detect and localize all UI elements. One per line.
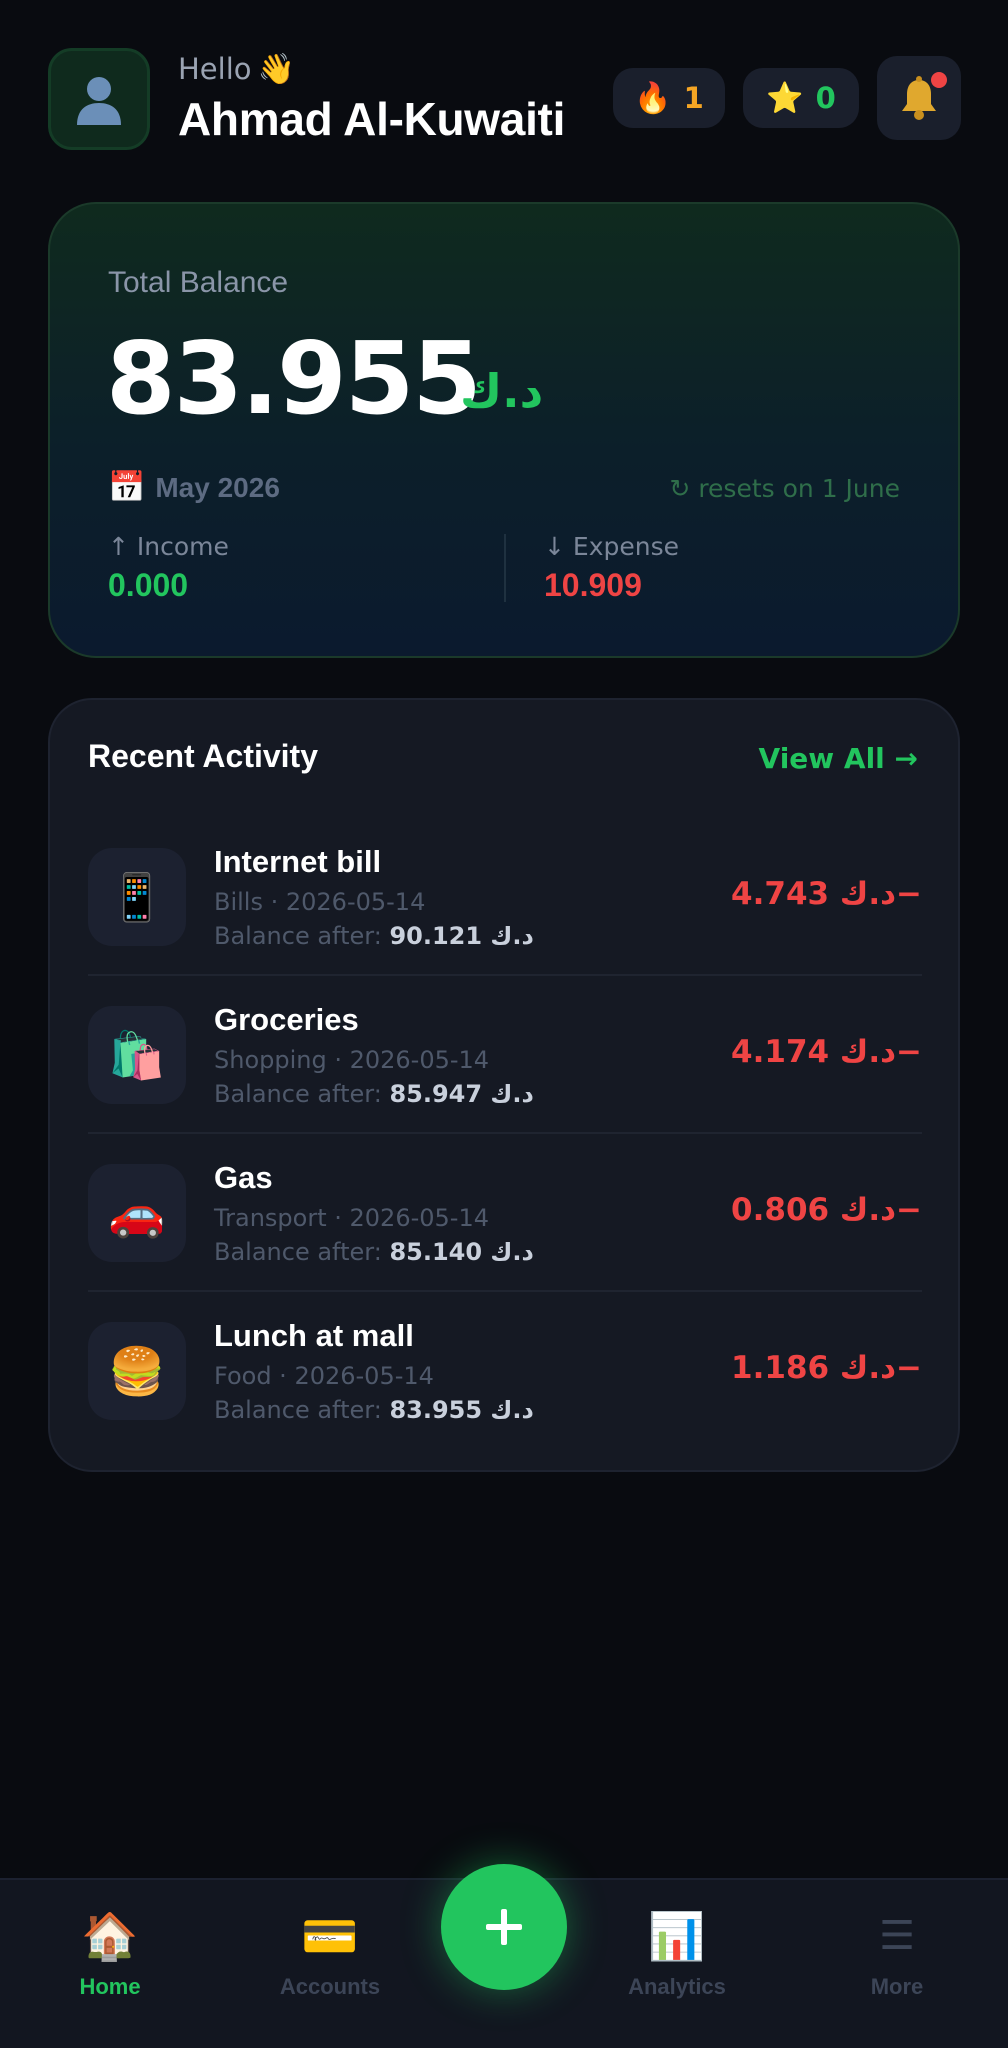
transaction-amount: 0.806 د.ك− [731,1192,922,1228]
burger-icon: 🍔 [88,1322,186,1420]
balance-after-value: 90.121 د.ك [389,922,534,950]
month-label: May 2026 [155,471,280,503]
income-label: ↑ Income [108,532,229,561]
stars-badge[interactable]: ⭐ 0 [743,68,859,128]
section-title: Recent Activity [88,738,318,774]
view-all-link[interactable]: View All → [759,742,918,775]
transaction-amount: 4.743 د.ك− [731,876,922,912]
greeting-text: Hello [178,52,252,86]
nav-analytics[interactable]: 📊 Analytics [587,1906,767,2000]
nav-home-label: Home [79,1974,141,1999]
balance-after-value: 85.140 د.ك [389,1238,534,1266]
streak-count: 1 [683,81,704,115]
streak-badge[interactable]: 🔥 1 [613,68,725,128]
waving-hand-icon: 👋 [257,52,295,87]
transaction-amount: 1.186 د.ك− [731,1350,922,1386]
nav-analytics-label: Analytics [628,1974,726,1999]
car-icon: 🚗 [88,1164,186,1262]
greeting: Hello 👋 [178,52,295,87]
fire-icon: 🔥 [634,80,672,116]
reset-note: ↻ resets on 1 June [669,474,900,503]
house-icon: 🏠 [81,1908,139,1963]
balance-after-label: Balance after: [214,1080,382,1108]
nav-home[interactable]: 🏠 Home [20,1906,200,2000]
balance-card: Total Balance 83.955 د.ك 📅 May 2026 ↻ re… [48,202,960,658]
income-summary: ↑ Income 0.000 [108,532,229,604]
balance-label: Total Balance [108,266,289,299]
user-name: Ahmad Al-Kuwaiti [178,93,566,145]
balance-after: Balance after: 85.140 د.ك [214,1238,534,1266]
add-transaction-button[interactable] [441,1864,567,1990]
header: Hello 👋 Ahmad Al-Kuwaiti 🔥 1 ⭐ 0 [48,48,961,152]
transaction-name: Internet bill [214,844,382,879]
balance-after: Balance after: 85.947 د.ك [214,1080,534,1108]
unread-dot [931,72,947,88]
recent-activity-card: Recent Activity View All → 📱 Internet bi… [48,698,960,1472]
balance-after-label: Balance after: [214,1396,382,1424]
balance-after: Balance after: 90.121 د.ك [214,922,534,950]
balance-after-label: Balance after: [214,1238,382,1266]
transaction-meta: Food · 2026-05-14 [214,1362,434,1390]
user-silhouette-icon [77,77,121,125]
transaction-row[interactable]: 🍔 Lunch at mall Food · 2026-05-14 Balanc… [88,1292,922,1450]
expense-label: ↓ Expense [544,532,679,561]
balance-after: Balance after: 83.955 د.ك [214,1396,534,1424]
stars-count: 0 [815,81,836,115]
expense-summary: ↓ Expense 10.909 [544,532,679,604]
month-selector[interactable]: 📅 May 2026 [108,470,280,505]
balance-after-label: Balance after: [214,922,382,950]
transaction-row[interactable]: 📱 Internet bill Bills · 2026-05-14 Balan… [88,818,922,976]
transaction-meta: Transport · 2026-05-14 [214,1204,489,1232]
notifications-button[interactable] [877,56,961,140]
balance-after-value: 85.947 د.ك [389,1080,534,1108]
transaction-row[interactable]: 🛍️ Groceries Shopping · 2026-05-14 Balan… [88,976,922,1134]
mobile-phone-icon: 📱 [88,848,186,946]
shopping-bags-icon: 🛍️ [88,1006,186,1104]
transaction-row[interactable]: 🚗 Gas Transport · 2026-05-14 Balance aft… [88,1134,922,1292]
bar-chart-icon: 📊 [648,1908,706,1963]
transaction-meta: Shopping · 2026-05-14 [214,1046,490,1074]
expense-value: 10.909 [544,567,642,603]
nav-accounts-label: Accounts [279,1974,381,1999]
plus-icon [486,1909,522,1945]
transaction-meta: Bills · 2026-05-14 [214,888,426,916]
balance-currency: د.ك [460,364,544,418]
calendar-icon: 📅 [108,471,146,504]
nav-accounts[interactable]: 💳 Accounts [240,1906,420,2000]
transaction-name: Gas [214,1160,273,1195]
transaction-name: Lunch at mall [214,1318,414,1353]
nav-more-label: More [870,1974,924,1999]
nav-more[interactable]: ☰ More [807,1906,987,2000]
credit-card-icon: 💳 [301,1908,359,1963]
divider [504,534,506,602]
transaction-amount: 4.174 د.ك− [731,1034,922,1070]
menu-icon: ☰ [879,1913,915,1959]
balance-after-value: 83.955 د.ك [389,1396,534,1424]
star-icon: ⭐ [766,80,804,116]
avatar[interactable] [48,48,150,150]
transaction-name: Groceries [214,1002,359,1037]
income-value: 0.000 [108,567,189,603]
balance-amount: 83.955 [106,320,482,437]
